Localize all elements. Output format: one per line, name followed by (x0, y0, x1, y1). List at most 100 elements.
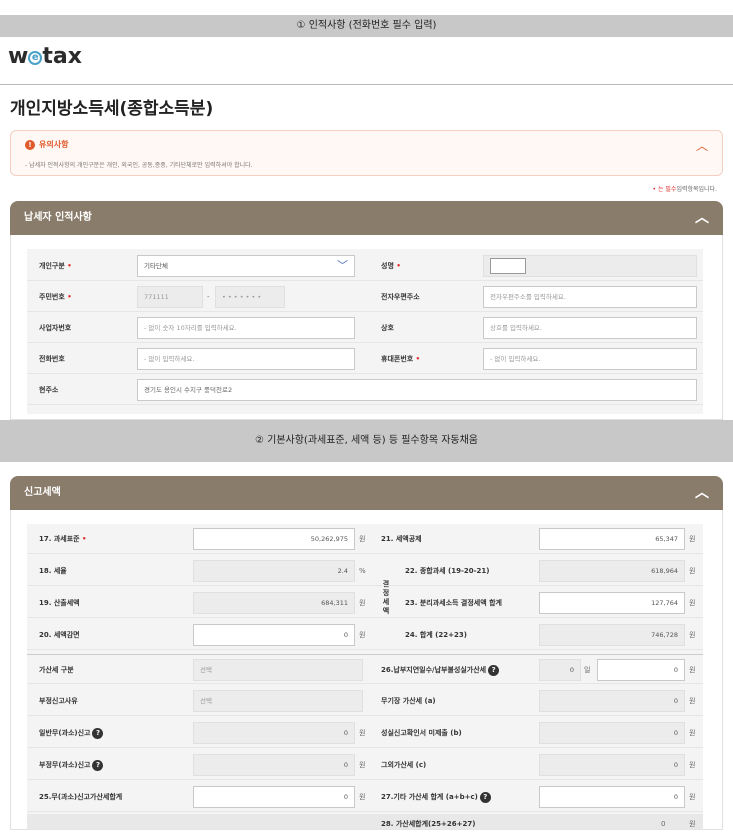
r22-field: 618,964 (539, 560, 685, 582)
row-biz-company: 사업자번호 - 없이 숫자 10자리를 입력하세요. 상호 상호를 입력하세요. (27, 313, 703, 343)
mobile-label: 휴대폰번호 • (381, 355, 421, 363)
row-20-24: 20. 세액감면 0 원 24. 합계 (22+23) 746,728 원 (27, 620, 703, 650)
mobile-input[interactable]: - 없이 입력하세요. (483, 348, 697, 370)
r21-input[interactable]: 65,347 (539, 528, 685, 550)
rrn-back-field[interactable]: • • • • • • • (215, 286, 285, 308)
r25-input[interactable]: 0 (193, 786, 355, 808)
type-select[interactable]: 기타단체 ﹀ (137, 255, 355, 277)
r21-unit: 원 (689, 535, 696, 543)
r17-label: 17. 과세표준 • (39, 535, 87, 543)
tax-section-title: 신고세액 (24, 487, 61, 498)
sincere-unit: 원 (689, 729, 696, 737)
improper-label: 부정신고사유 (39, 697, 78, 705)
collapse-tax-chevron-up-icon[interactable]: ︿ (695, 476, 709, 510)
required-marker: • (652, 186, 657, 193)
taxpayer-section-body: 개인구분 • 기타단체 ﹀ 성명 • 주민번호 • 771111 - • • • … (10, 235, 723, 420)
name-label: 성명 • (381, 262, 401, 270)
help-icon[interactable]: ? (479, 791, 491, 803)
phone-label: 전화번호 (39, 355, 65, 363)
logo-text-w: w (8, 44, 29, 69)
r23-label: 23. 분리과세소득 결정세액 합계 (405, 599, 502, 607)
r23-input[interactable]: 127,764 (539, 592, 685, 614)
r18-label: 18. 세율 (39, 567, 67, 575)
name-field-wrap (483, 255, 697, 277)
r26-unit: 원 (689, 666, 696, 674)
add-type-select[interactable]: 선택 (193, 659, 363, 681)
address-label: 현주소 (39, 386, 59, 394)
biz-number-label: 사업자번호 (39, 324, 72, 332)
rrn-separator: - (207, 293, 210, 301)
rrn-front-field[interactable]: 771111 (137, 286, 203, 308)
wetax-logo[interactable]: w e tax (8, 44, 82, 69)
noledger-label: 무기장 가산세 (a) (381, 697, 436, 705)
r23-unit: 원 (689, 599, 696, 607)
notice-title-text: 유의사항 (39, 140, 69, 149)
r24-label: 24. 합계 (22+23) (405, 631, 467, 639)
help-icon[interactable]: ? (488, 664, 500, 676)
fraud-label: 부정무(과소)신고? (39, 750, 104, 780)
r22-unit: 원 (689, 567, 696, 575)
sincere-field: 0 (539, 722, 685, 744)
improper-select[interactable]: 선택 (193, 690, 363, 712)
notice-title: ! 유의사항 (25, 139, 68, 150)
required-suffix: 입력항목입니다. (676, 186, 717, 193)
row-fraud-other: 부정무(과소)신고? 0 원 그외가산세 (c) 0 원 (27, 750, 703, 780)
r25-unit: 원 (359, 793, 366, 801)
r17-input[interactable]: 50,262,975 (193, 528, 355, 550)
r21-label: 21. 세액공제 (381, 535, 422, 543)
row-18-22: 18. 세율 2.4 % 22. 종합과세 (19-20-21) 618,964… (27, 556, 703, 586)
taxpayer-section-title: 납세자 인적사항 (24, 212, 92, 223)
company-input[interactable]: 상호를 입력하세요. (483, 317, 697, 339)
help-icon[interactable]: ? (92, 759, 104, 771)
r27-input[interactable]: 0 (539, 786, 685, 808)
r18-field: 2.4 (193, 560, 355, 582)
collapse-notice-chevron-up-icon[interactable]: ︿ (696, 137, 708, 154)
r20-input[interactable]: 0 (193, 624, 355, 646)
biz-number-input[interactable]: - 없이 숫자 10자리를 입력하세요. (137, 317, 355, 339)
type-label: 개인구분 • (39, 262, 72, 270)
general-label: 일반무(과소)신고? (39, 718, 104, 748)
notice-box: ! 유의사항 - 납세자 인적사항의 개인구분은 개인, 외국인, 공동,종중, … (10, 130, 723, 176)
row-phone-mobile: 전화번호 - 없이 입력하세요. 휴대폰번호 • - 없이 입력하세요. (27, 344, 703, 374)
email-input[interactable]: 전자우편주소를 입력하세요. (483, 286, 697, 308)
tax-section-header[interactable]: 신고세액 ︿ (10, 476, 723, 510)
r27-label: 27.기타 가산세 합계 (a+b+c)? (381, 782, 491, 812)
r24-unit: 원 (689, 631, 696, 639)
r20-label: 20. 세액감면 (39, 631, 80, 639)
r19-field: 684,311 (193, 592, 355, 614)
help-icon[interactable]: ? (92, 727, 104, 739)
address-input[interactable]: 경기도 용인시 수지구 풍덕천로2 (137, 379, 697, 401)
r20-unit: 원 (359, 631, 366, 639)
add-type-label: 가산세 구분 (39, 666, 74, 674)
r26-days-unit: 일 (584, 666, 591, 674)
general-field: 0 (193, 722, 355, 744)
step1-caption: ① 인적사항 (전화번호 필수 입력) (0, 15, 733, 37)
other-label: 그외가산세 (c) (381, 761, 427, 769)
phone-input[interactable]: - 없이 입력하세요. (137, 348, 355, 370)
r24-field: 746,728 (539, 624, 685, 646)
fraud-unit: 원 (359, 761, 366, 769)
alert-icon: ! (25, 140, 35, 150)
r26-input[interactable]: 0 (597, 659, 685, 681)
r17-unit: 원 (359, 535, 366, 543)
noledger-unit: 원 (689, 697, 696, 705)
collapse-taxpayer-chevron-up-icon[interactable]: ︿ (695, 201, 709, 235)
other-field: 0 (539, 754, 685, 776)
logo-text-tax: tax (42, 44, 82, 69)
rrn-label: 주민번호 • (39, 293, 72, 301)
name-input[interactable] (490, 258, 526, 274)
row-address: 현주소 경기도 용인시 수지구 풍덕천로2 (27, 375, 703, 405)
taxpayer-section-header[interactable]: 납세자 인적사항 ︿ (10, 201, 723, 235)
required-word: 는 필수 (657, 186, 677, 193)
general-unit: 원 (359, 729, 366, 737)
logo-e-icon: e (28, 51, 43, 65)
r18-unit: % (359, 567, 366, 575)
row-type-name: 개인구분 • 기타단체 ﹀ 성명 • (27, 251, 703, 281)
row-improper-noledger: 부정신고사유 선택 무기장 가산세 (a) 0 원 (27, 686, 703, 716)
fraud-field: 0 (193, 754, 355, 776)
r28-unit: 원 (689, 820, 696, 828)
page-title: 개인지방소득세(종합소득분) (10, 99, 214, 119)
company-label: 상호 (381, 324, 394, 332)
row-17-21: 17. 과세표준 • 50,262,975 원 21. 세액공제 65,347 … (27, 524, 703, 554)
row-rrn-email: 주민번호 • 771111 - • • • • • • • 전자우편주소 전자우… (27, 282, 703, 312)
